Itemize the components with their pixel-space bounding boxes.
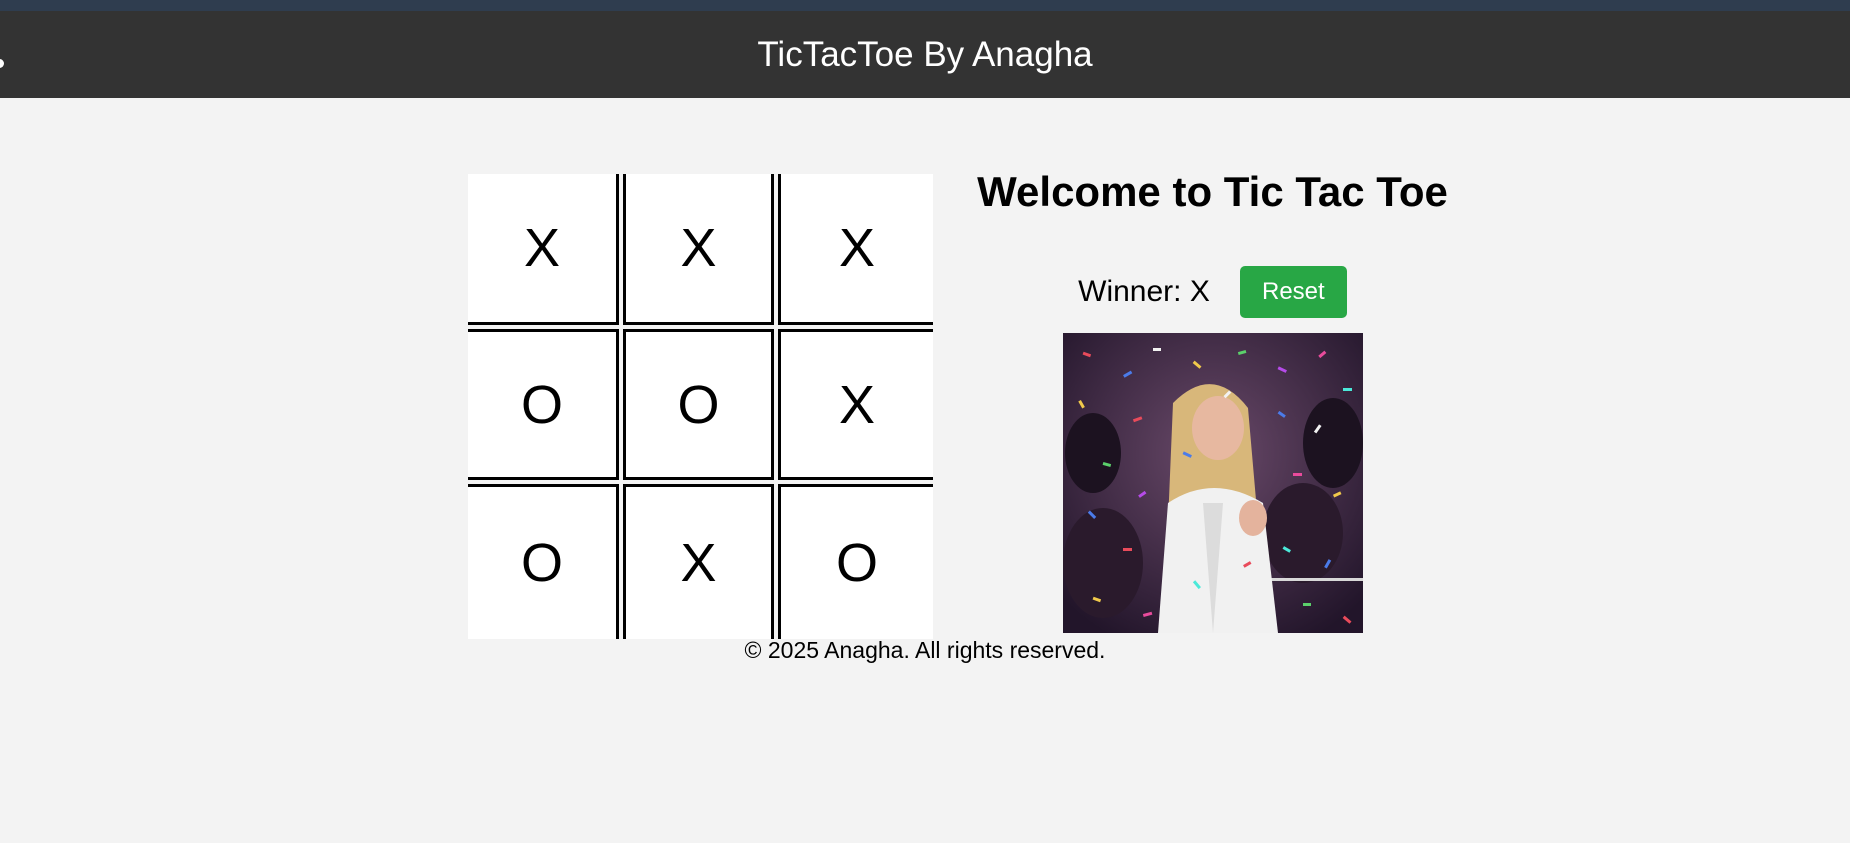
board-cell-0-1[interactable]: X: [623, 174, 774, 325]
celebration-gif-icon: [1063, 333, 1363, 633]
board-cell-1-0[interactable]: O: [468, 329, 619, 480]
board-cell-2-0[interactable]: O: [468, 484, 619, 639]
app-title: TicTacToe By Anagha: [757, 34, 1093, 74]
page-footer: © 2025 Anagha. All rights reserved.: [0, 637, 1850, 664]
board-cell-1-1[interactable]: O: [623, 329, 774, 480]
game-info-panel: Welcome to Tic Tac Toe Winner: X Reset: [960, 168, 1465, 318]
browser-top-strip: [0, 0, 1850, 11]
board-cell-2-2[interactable]: O: [778, 484, 933, 639]
board-cell-1-2[interactable]: X: [778, 329, 933, 480]
board-cell-0-0[interactable]: X: [468, 174, 619, 325]
reset-button[interactable]: Reset: [1239, 266, 1347, 318]
app-header: TicTacToe By Anagha: [0, 11, 1850, 98]
confetti-celebration-image: [1063, 333, 1363, 633]
menu-dot-icon: [0, 59, 4, 68]
welcome-heading: Welcome to Tic Tac Toe: [977, 168, 1448, 215]
board-cell-2-1[interactable]: X: [623, 484, 774, 639]
game-board: X X X O O X O X O: [468, 174, 933, 639]
board-cell-0-2[interactable]: X: [778, 174, 933, 325]
status-row: Winner: X Reset: [960, 266, 1465, 318]
copyright-text: © 2025 Anagha. All rights reserved.: [744, 637, 1106, 663]
winner-status: Winner: X: [1078, 275, 1210, 308]
